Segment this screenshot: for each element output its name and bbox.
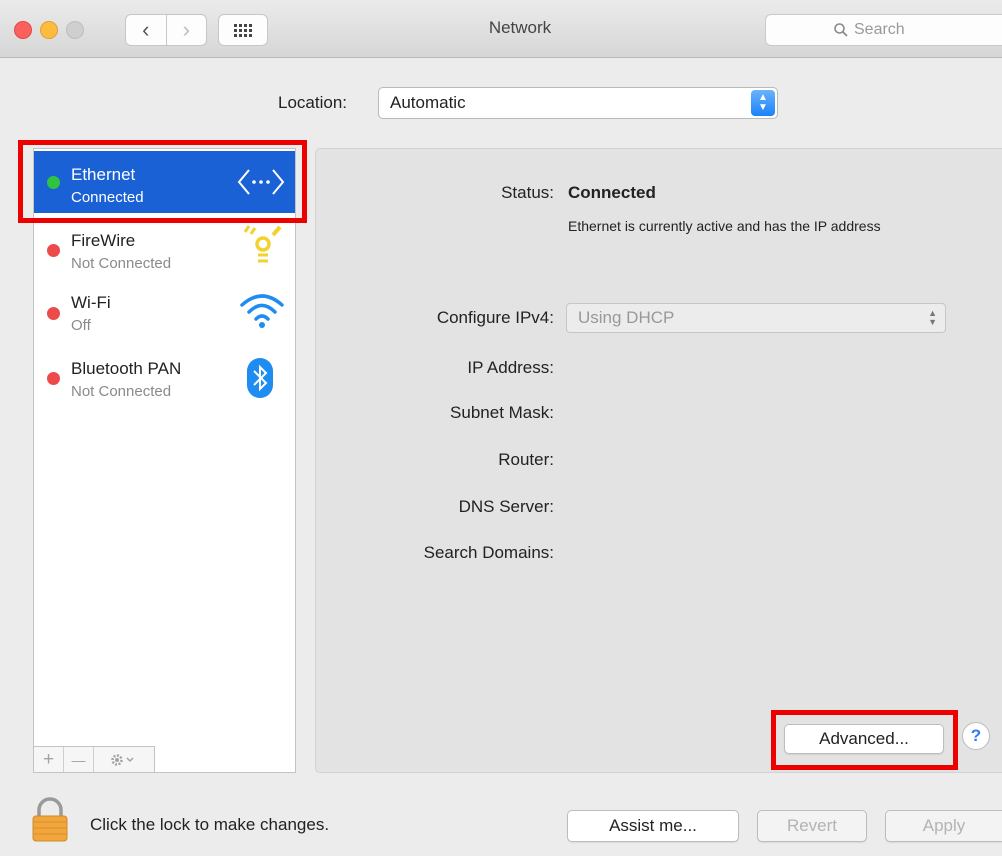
highlight-ethernet bbox=[18, 140, 307, 223]
chevron-updown-icon: ▲ ▼ bbox=[751, 90, 775, 116]
lock-message: Click the lock to make changes. bbox=[90, 815, 330, 834]
title-bar: ‹ › Network Search bbox=[0, 0, 1002, 58]
status-dot-not-connected bbox=[47, 307, 60, 320]
service-details-panel: Status: Connected Ethernet is currently … bbox=[315, 148, 1002, 773]
search-field[interactable]: Search bbox=[765, 14, 1002, 46]
help-button[interactable]: ? bbox=[962, 722, 990, 750]
location-label: Location: bbox=[278, 93, 347, 112]
grid-icon bbox=[234, 23, 252, 37]
bluetooth-icon bbox=[247, 358, 273, 398]
minus-icon: — bbox=[71, 751, 86, 768]
status-value: Connected bbox=[568, 183, 656, 202]
service-status: Not Connected bbox=[71, 255, 172, 272]
status-description: Ethernet is currently active and has the… bbox=[568, 218, 881, 234]
router-label: Router: bbox=[498, 450, 554, 469]
chevron-updown-icon: ▲ ▼ bbox=[928, 308, 937, 327]
back-forward-group: ‹ › bbox=[125, 14, 207, 46]
forward-button[interactable]: › bbox=[165, 15, 207, 45]
gear-icon bbox=[111, 753, 134, 766]
service-item-bluetooth-pan[interactable]: Bluetooth PAN Not Connected bbox=[34, 343, 295, 405]
search-domains-label: Search Domains: bbox=[423, 543, 554, 562]
add-service-button[interactable]: + bbox=[34, 747, 64, 772]
status-dot-not-connected bbox=[47, 372, 60, 385]
plus-icon: + bbox=[42, 748, 55, 770]
location-value: Automatic bbox=[390, 93, 466, 112]
ip-address-label: IP Address: bbox=[467, 358, 554, 377]
firewire-icon bbox=[243, 225, 282, 263]
zoom-window-button[interactable] bbox=[66, 21, 84, 39]
service-item-wifi[interactable]: Wi-Fi Off bbox=[34, 279, 295, 341]
service-item-firewire[interactable]: FireWire Not Connected bbox=[34, 215, 295, 277]
configure-ipv4-label: Configure IPv4: bbox=[436, 308, 554, 327]
service-list: Ethernet Connected FireWire Not Connecte… bbox=[33, 148, 296, 773]
subnet-mask-label: Subnet Mask: bbox=[450, 403, 554, 422]
back-button[interactable]: ‹ bbox=[126, 15, 166, 45]
service-status: Off bbox=[71, 317, 91, 334]
service-name: FireWire bbox=[71, 231, 136, 250]
search-icon bbox=[834, 23, 848, 37]
configure-ipv4-value: Using DHCP bbox=[578, 308, 675, 327]
location-select[interactable]: Automatic ▲ ▼ bbox=[378, 87, 778, 119]
service-actions-button[interactable] bbox=[94, 747, 154, 772]
dns-server-label: DNS Server: bbox=[458, 497, 554, 516]
chevron-right-icon: › bbox=[182, 17, 190, 42]
configure-ipv4-select[interactable]: Using DHCP ▲ ▼ bbox=[566, 303, 946, 333]
lock-icon[interactable] bbox=[30, 797, 70, 843]
assist-me-button[interactable]: Assist me... bbox=[567, 810, 739, 842]
wifi-icon bbox=[240, 294, 284, 328]
service-list-toolbar: + — bbox=[34, 746, 155, 772]
status-dot-not-connected bbox=[47, 244, 60, 257]
minimize-window-button[interactable] bbox=[40, 21, 58, 39]
remove-service-button[interactable]: — bbox=[64, 747, 94, 772]
service-name: Bluetooth PAN bbox=[71, 359, 182, 378]
close-window-button[interactable] bbox=[14, 21, 32, 39]
chevron-left-icon: ‹ bbox=[142, 17, 150, 42]
service-status: Not Connected bbox=[71, 383, 172, 400]
show-all-button[interactable] bbox=[218, 14, 268, 46]
search-placeholder: Search bbox=[854, 21, 905, 38]
highlight-advanced bbox=[771, 710, 958, 770]
service-name: Wi-Fi bbox=[71, 293, 111, 312]
status-label: Status: bbox=[501, 183, 554, 202]
revert-button[interactable]: Revert bbox=[757, 810, 867, 842]
apply-button[interactable]: Apply bbox=[885, 810, 1002, 842]
window-title: Network bbox=[488, 18, 552, 37]
